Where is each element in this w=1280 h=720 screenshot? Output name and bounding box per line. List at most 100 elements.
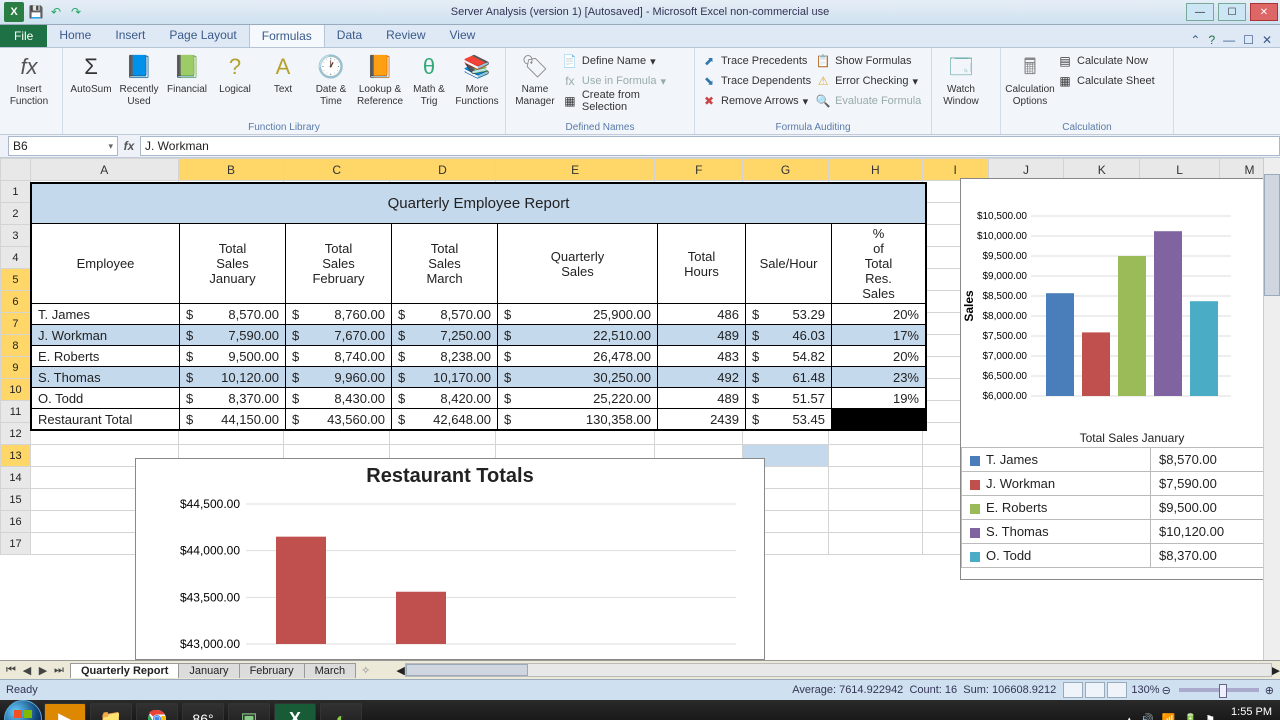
excel-task-icon[interactable]: X (274, 703, 316, 720)
clock[interactable]: 1:55 PM 5/19/2012 (1223, 706, 1276, 720)
close-button[interactable]: ✕ (1250, 3, 1278, 21)
math-trig-button[interactable]: θMath & Trig (407, 50, 451, 108)
sheet-nav[interactable]: ⏮◀▶⏭ (0, 664, 70, 677)
tab-data[interactable]: Data (325, 24, 374, 46)
row-header[interactable]: 17 (1, 533, 31, 555)
minimize-button[interactable]: ― (1186, 3, 1214, 21)
table-row[interactable]: S. Thomas$10,120.00$9,960.00$10,170.00$3… (32, 367, 926, 388)
tab-review[interactable]: Review (374, 24, 437, 46)
redo-icon[interactable]: ↷ (68, 4, 84, 20)
name-manager-button[interactable]: 🏷Name Manager (512, 50, 558, 108)
text-button[interactable]: AText (261, 50, 305, 96)
evaluate-formula-button[interactable]: 🔍Evaluate Formula (815, 92, 921, 110)
new-sheet-icon[interactable]: ✧ (355, 664, 376, 677)
formula-input[interactable]: J. Workman (140, 136, 1280, 156)
weather-widget[interactable]: 86° (182, 703, 224, 720)
network-icon[interactable]: 📶 (1162, 713, 1176, 720)
use-in-formula-button[interactable]: fxUse in Formula ▾ (562, 72, 688, 90)
row-header[interactable]: 1 (1, 181, 31, 203)
column-header[interactable]: B (178, 159, 284, 181)
help-icon[interactable]: ? (1208, 33, 1215, 47)
tab-view[interactable]: View (438, 24, 488, 46)
app-icon[interactable]: ◐ (320, 703, 362, 720)
lookup-button[interactable]: 📙Lookup & Reference (357, 50, 403, 108)
row-header[interactable]: 12 (1, 423, 31, 445)
column-header[interactable]: G (743, 159, 829, 181)
financial-button[interactable]: 📗Financial (165, 50, 209, 96)
task-app-icon[interactable]: ▣ (228, 703, 270, 720)
minimize-ribbon-icon[interactable]: ⌃ (1190, 33, 1200, 47)
tab-insert[interactable]: Insert (103, 24, 157, 46)
tab-formulas[interactable]: Formulas (249, 24, 325, 47)
save-icon[interactable]: 💾 (28, 4, 44, 20)
page-layout-view-button[interactable] (1085, 682, 1105, 698)
zoom-out-button[interactable]: ⊖ (1162, 684, 1171, 697)
trace-dependents-button[interactable]: ⬊Trace Dependents (701, 72, 811, 90)
column-header[interactable]: D (390, 159, 496, 181)
horizontal-scrollbar[interactable]: ◀▶ (396, 663, 1280, 677)
worksheet-grid[interactable]: ABCDEFGHIJKLM1234567891011121314151617 Q… (0, 158, 1280, 660)
explorer-icon[interactable]: 📁 (90, 703, 132, 720)
column-header[interactable]: C (284, 159, 390, 181)
media-player-icon[interactable]: ▶ (44, 703, 86, 720)
logical-button[interactable]: ?Logical (213, 50, 257, 96)
row-header[interactable]: 9 (1, 357, 31, 379)
zoom-in-button[interactable]: ⊕ (1265, 684, 1274, 697)
row-header[interactable]: 2 (1, 203, 31, 225)
calculate-sheet-button[interactable]: ▦Calculate Sheet (1057, 72, 1155, 90)
calculate-now-button[interactable]: ▤Calculate Now (1057, 52, 1155, 70)
calculation-options-button[interactable]: 🖩Calculation Options (1007, 50, 1053, 108)
column-header[interactable]: H (828, 159, 922, 181)
column-header[interactable]: F (655, 159, 743, 181)
window-caption-restore-icon[interactable]: ☐ (1243, 33, 1254, 47)
row-header[interactable]: 13 (1, 445, 31, 467)
column-header[interactable]: A (30, 159, 178, 181)
maximize-button[interactable]: ☐ (1218, 3, 1246, 21)
window-caption-min-icon[interactable]: ― (1223, 33, 1235, 47)
table-row[interactable]: T. James$8,570.00$8,760.00$8,570.00$25,9… (32, 304, 926, 325)
row-header[interactable]: 5 (1, 269, 31, 291)
insert-function-button[interactable]: fx Insert Function (6, 50, 52, 108)
fx-icon[interactable]: fx (118, 139, 140, 153)
name-box[interactable]: B6 (8, 136, 118, 156)
tab-home[interactable]: Home (47, 24, 103, 46)
sheet-tab[interactable]: January (178, 663, 239, 678)
sheet-tab[interactable]: February (239, 663, 305, 678)
watch-window-button[interactable]: 🗔Watch Window (938, 50, 984, 108)
zoom-slider[interactable] (1179, 688, 1259, 692)
row-header[interactable]: 7 (1, 313, 31, 335)
more-functions-button[interactable]: 📚More Functions (455, 50, 499, 108)
page-break-view-button[interactable] (1107, 682, 1127, 698)
define-name-button[interactable]: 📄Define Name ▾ (562, 52, 688, 70)
undo-icon[interactable]: ↶ (48, 4, 64, 20)
recently-used-button[interactable]: 📘Recently Used (117, 50, 161, 108)
date-time-button[interactable]: 🕐Date & Time (309, 50, 353, 108)
row-header[interactable]: 8 (1, 335, 31, 357)
row-header[interactable]: 3 (1, 225, 31, 247)
battery-icon[interactable]: 🔋 (1183, 713, 1197, 720)
tray-up-icon[interactable]: ▴ (1127, 713, 1133, 720)
create-from-selection-button[interactable]: ▦Create from Selection (562, 92, 688, 110)
row-header[interactable]: 14 (1, 467, 31, 489)
sheet-tab[interactable]: March (304, 663, 357, 678)
sheet-tab[interactable]: Quarterly Report (70, 663, 179, 678)
row-header[interactable]: 10 (1, 379, 31, 401)
error-checking-button[interactable]: ⚠Error Checking ▾ (815, 72, 921, 90)
row-header[interactable]: 6 (1, 291, 31, 313)
chrome-icon[interactable] (136, 703, 178, 720)
start-button[interactable] (4, 700, 42, 720)
show-formulas-button[interactable]: 📋Show Formulas (815, 52, 921, 70)
row-header[interactable]: 15 (1, 489, 31, 511)
flag-icon[interactable]: ⚑ (1205, 713, 1215, 720)
table-row[interactable]: E. Roberts$9,500.00$8,740.00$8,238.00$26… (32, 346, 926, 367)
vertical-scrollbar[interactable] (1263, 158, 1280, 660)
file-tab[interactable]: File (0, 25, 47, 47)
restaurant-totals-chart[interactable]: Restaurant Totals $44,500.00$44,000.00$4… (135, 458, 765, 660)
table-row[interactable]: J. Workman$7,590.00$7,670.00$7,250.00$22… (32, 325, 926, 346)
autosum-button[interactable]: ΣAutoSum (69, 50, 113, 96)
employee-sales-chart[interactable]: E $10,500.00$10,000.00$9,500.00$9,000.00… (960, 178, 1280, 580)
row-header[interactable]: 11 (1, 401, 31, 423)
remove-arrows-button[interactable]: ✖Remove Arrows ▾ (701, 92, 811, 110)
row-header[interactable]: 4 (1, 247, 31, 269)
tab-page-layout[interactable]: Page Layout (157, 24, 248, 46)
